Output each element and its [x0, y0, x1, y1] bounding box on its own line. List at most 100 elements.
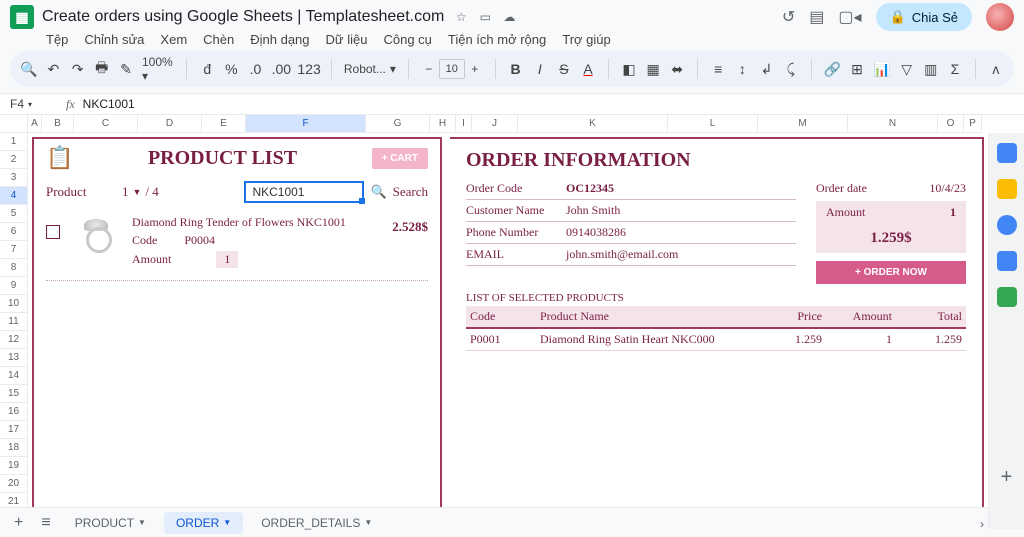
toolbar-up-icon[interactable]: ʌ — [988, 59, 1004, 79]
insert-comment-icon[interactable]: ⊞ — [849, 59, 865, 79]
fill-color-icon[interactable]: ◧ — [621, 59, 637, 79]
link-icon[interactable]: 🔗 — [824, 59, 841, 79]
phone-number[interactable]: 0914038286 — [566, 225, 626, 240]
fontsize-input[interactable]: 10 — [439, 59, 465, 79]
add-cart-button[interactable]: + CART — [372, 148, 428, 169]
menu-data[interactable]: Dữ liệu — [326, 32, 368, 47]
doc-title[interactable]: Create orders using Google Sheets | Temp… — [42, 8, 444, 26]
select-all-corner[interactable] — [0, 115, 28, 133]
search-label: Search — [393, 184, 428, 200]
cloud-icon[interactable]: ☁ — [502, 10, 516, 24]
contacts-icon[interactable] — [997, 251, 1017, 271]
order-amount: 1 — [950, 205, 956, 220]
clipboard-icon: 📋 — [46, 145, 73, 171]
menu-view[interactable]: Xem — [160, 32, 187, 47]
customer-name[interactable]: John Smith — [566, 203, 620, 218]
share-button[interactable]: 🔒 Chia Sẻ — [876, 3, 972, 31]
merge-icon[interactable]: ⬌ — [669, 59, 685, 79]
print-icon[interactable]: 🖶 — [94, 59, 110, 79]
text-color-icon[interactable]: A — [580, 59, 596, 79]
product-price: 2.528$ — [392, 219, 428, 235]
menu-help[interactable]: Trợ giúp — [562, 32, 611, 47]
selected-products-row: P0001 Diamond Ring Satin Heart NKC000 1.… — [466, 329, 966, 351]
fontsize-minus[interactable]: − — [421, 62, 437, 76]
chevron-down-icon[interactable]: ▼ — [133, 187, 142, 197]
menu-tools[interactable]: Công cụ — [383, 32, 431, 47]
pager[interactable]: 1 ▼ / 4 — [122, 184, 159, 200]
tab-order[interactable]: ORDER▼ — [164, 512, 243, 534]
row-code: P0001 — [466, 329, 536, 350]
filter-icon[interactable]: ▽ — [899, 59, 915, 79]
product-name: Diamond Ring Tender of Flowers NKC1001 — [132, 215, 382, 230]
star-icon[interactable]: ☆ — [454, 10, 468, 24]
sheet-body[interactable]: 📋 PRODUCT LIST + CART Product 1 ▼ / 4 NK… — [28, 133, 988, 529]
add-sheet-icon[interactable]: + — [8, 514, 29, 532]
menu-format[interactable]: Định dạng — [250, 32, 309, 47]
account-avatar[interactable] — [986, 3, 1014, 31]
borders-icon[interactable]: ▦ — [645, 59, 661, 79]
filter-views-icon[interactable]: ▥ — [923, 59, 939, 79]
all-sheets-icon[interactable]: ≡ — [35, 514, 56, 532]
halign-icon[interactable]: ≡ — [710, 59, 726, 79]
menu-edit[interactable]: Chỉnh sửa — [84, 32, 144, 47]
column-headers[interactable]: ABCDEFGHIJKLMNOP — [28, 115, 988, 133]
tab-product[interactable]: PRODUCT▼ — [63, 512, 158, 534]
functions-icon[interactable]: Σ — [947, 59, 963, 79]
scroll-right-icon[interactable]: › — [980, 517, 984, 531]
chart-icon[interactable]: 📊 — [873, 59, 890, 79]
menu-file[interactable]: Tệp — [46, 32, 68, 47]
zoom-select[interactable]: 100% ▾ — [142, 55, 174, 83]
side-panel: + — [988, 133, 1024, 529]
row-amount: 1 — [826, 329, 896, 350]
strike-icon[interactable]: S — [556, 59, 572, 79]
meet-icon[interactable]: ▢◂ — [838, 7, 861, 27]
history-icon[interactable]: ↺ — [782, 7, 795, 27]
product-checkbox[interactable] — [46, 225, 60, 239]
search-icon[interactable]: 🔍 — [370, 184, 386, 200]
move-icon[interactable]: ▭ — [478, 10, 492, 24]
code-label: Code — [132, 233, 157, 247]
header-right: ↺ ▤ ▢◂ 🔒 Chia Sẻ — [782, 3, 1014, 31]
order-now-button[interactable]: + ORDER NOW — [816, 261, 966, 284]
decrease-decimal-icon[interactable]: .0 — [247, 59, 263, 79]
keep-icon[interactable] — [997, 179, 1017, 199]
undo-icon[interactable]: ↶ — [45, 59, 61, 79]
italic-icon[interactable]: I — [532, 59, 548, 79]
tasks-icon[interactable] — [997, 215, 1017, 235]
search-cell-selected[interactable]: NKC1001 — [244, 181, 364, 203]
comment-icon[interactable]: ▤ — [809, 7, 824, 27]
name-box[interactable]: F4▾ — [10, 97, 58, 111]
menu-insert[interactable]: Chèn — [203, 32, 234, 47]
calendar-icon[interactable] — [997, 143, 1017, 163]
formula-input[interactable]: NKC1001 — [83, 97, 135, 111]
add-addon-icon[interactable]: + — [1001, 466, 1013, 489]
menu-extensions[interactable]: Tiện ích mở rộng — [448, 32, 546, 47]
tab-order-details[interactable]: ORDER_DETAILS▼ — [249, 512, 384, 534]
product-amount[interactable]: 1 — [216, 251, 238, 268]
bold-icon[interactable]: B — [508, 59, 524, 79]
row-total: 1.259 — [896, 329, 966, 350]
fontsize-plus[interactable]: + — [467, 62, 483, 76]
redo-icon[interactable]: ↷ — [70, 59, 86, 79]
email[interactable]: john.smith@email.com — [566, 247, 678, 262]
chevron-down-icon[interactable]: ▼ — [223, 518, 231, 527]
sheets-logo-icon[interactable]: ▦ — [10, 5, 34, 29]
search-menus-icon[interactable]: 🔍 — [20, 59, 37, 79]
font-select[interactable]: Robot... ▾ — [344, 62, 396, 76]
paint-format-icon[interactable]: ✎ — [118, 59, 134, 79]
lock-icon: 🔒 — [890, 9, 906, 25]
row-price: 1.259 — [756, 329, 826, 350]
chevron-down-icon[interactable]: ▼ — [364, 518, 372, 527]
chevron-down-icon[interactable]: ▼ — [138, 518, 146, 527]
maps-icon[interactable] — [997, 287, 1017, 307]
order-code: OC12345 — [566, 181, 614, 196]
row-headers[interactable]: 12345678910111213141516171819202122 — [0, 133, 28, 529]
wrap-icon[interactable]: ↲ — [758, 59, 774, 79]
divider — [46, 280, 428, 281]
percent-icon[interactable]: % — [223, 59, 239, 79]
number-format-icon[interactable]: 123 — [299, 59, 319, 79]
rotate-icon[interactable]: ⤹ — [783, 59, 799, 79]
currency-icon[interactable]: đ — [199, 59, 215, 79]
valign-icon[interactable]: ↕ — [734, 59, 750, 79]
increase-decimal-icon[interactable]: .00 — [272, 59, 291, 79]
